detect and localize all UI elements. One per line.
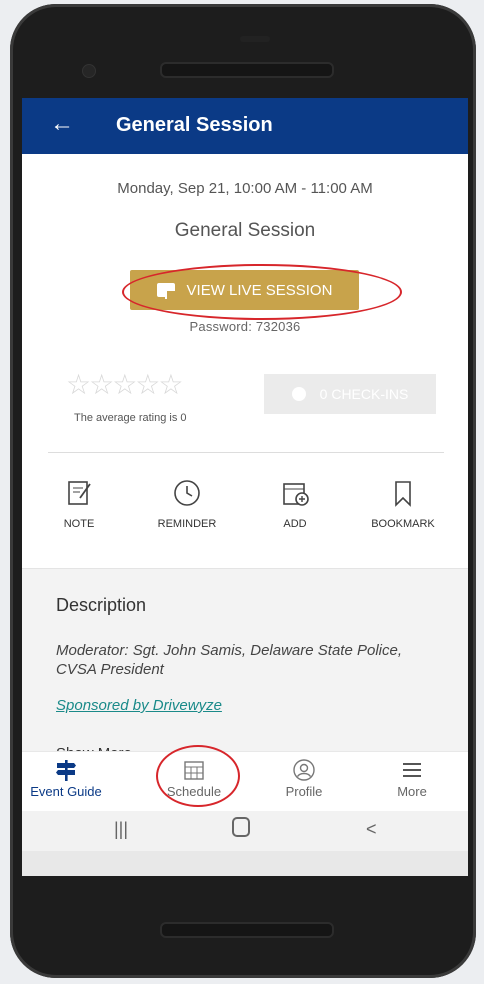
app-bar: ← General Session [22,98,468,154]
note-icon [64,478,94,508]
tab-event-guide[interactable]: Event Guide [22,758,116,799]
page-title: General Session [116,114,273,136]
clock-icon [172,478,202,508]
speaker-grille [160,62,334,78]
recent-apps-icon[interactable]: ||| [114,819,128,840]
star-rating[interactable]: ☆☆☆☆☆ [66,368,184,401]
android-nav-bar: ||| < [22,811,468,851]
check-ins-button[interactable]: 0 CHECK-INS [264,374,436,414]
description-title: Description [56,595,147,615]
profile-icon [292,758,316,782]
bookmark-button[interactable]: BOOKMARK [358,478,448,530]
reminder-button[interactable]: REMINDER [142,478,232,530]
tab-profile[interactable]: Profile [254,758,354,799]
tab-more-label: More [397,784,427,799]
session-date: Monday, Sep 21, 10:00 AM - 11:00 AM [117,180,373,197]
bottom-tab-bar: Event Guide Schedule Profile More [22,751,468,812]
nav-back-icon[interactable]: < [366,819,377,840]
back-arrow-icon[interactable]: ← [50,112,74,136]
calendar-add-icon [280,478,310,508]
divider [48,452,444,453]
tab-event-guide-label: Event Guide [30,784,102,799]
reminder-label: REMINDER [157,518,217,530]
note-button[interactable]: NOTE [34,478,124,530]
average-rating-text: The average rating is 0 [74,412,187,424]
add-to-calendar-button[interactable]: ADD [250,478,340,530]
note-label: NOTE [63,518,95,530]
bottom-speaker-grille [160,922,334,938]
action-row: NOTE REMINDER ADD BOOKMARK [22,478,468,538]
tab-more[interactable]: More [362,758,462,799]
screen-bottom-strip [22,851,468,876]
annotation-circle-schedule [156,745,240,807]
camera-icon [82,64,96,78]
home-icon[interactable] [232,817,250,837]
description-text: Moderator: Sgt. John Samis, Delaware Sta… [56,642,402,678]
bookmark-label: BOOKMARK [371,518,435,530]
earpiece-icon [240,36,270,42]
check-ins-label: 0 CHECK-INS [319,386,409,402]
app-screen: ← General Session Monday, Sep 21, 10:00 … [22,98,468,876]
add-label: ADD [283,518,307,530]
signpost-icon [54,758,78,782]
menu-icon [400,758,424,782]
person-icon [291,387,306,401]
bookmark-icon [388,478,418,508]
session-password: Password: 732036 [189,319,301,334]
annotation-circle [122,264,402,320]
sponsor-link[interactable]: Sponsored by Drivewyze [56,697,222,714]
tab-profile-label: Profile [285,784,323,799]
session-name: General Session [174,220,316,241]
